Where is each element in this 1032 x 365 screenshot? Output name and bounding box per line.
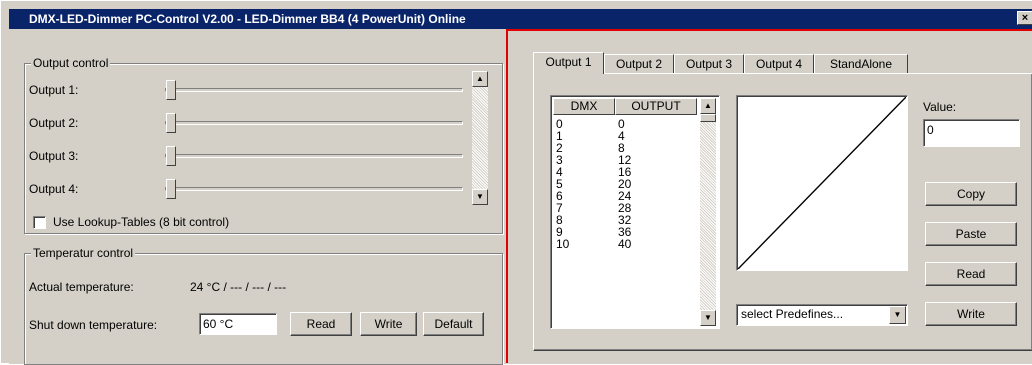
tab-output-4[interactable]: Output 4 xyxy=(744,54,814,74)
actual-temperature-value: 24 °C / --- / --- / --- xyxy=(190,280,287,294)
shutdown-temperature-input[interactable]: 60 °C xyxy=(199,313,277,335)
window-title: DMX-LED-Dimmer PC-Control V2.00 - LED-Di… xyxy=(29,12,466,26)
output-1-slider-track xyxy=(165,88,463,92)
lookup-table-list[interactable]: DMX OUTPUT 00 14 28 3 12 4 16 5 20 6 24 7 28 … xyxy=(550,95,720,329)
output-1-tab-panel: DMX OUTPUT 00 14 28 3 12 4 16 5 20 6 24 7 28 … xyxy=(533,73,1032,351)
temperature-read-button[interactable]: Read xyxy=(290,312,352,336)
output-2-label: Output 2: xyxy=(29,116,79,130)
output-2-slider-track xyxy=(165,121,463,125)
lookup-write-button[interactable]: Write xyxy=(925,302,1017,326)
tab-output-3[interactable]: Output 3 xyxy=(674,54,744,74)
output-4-slider-track xyxy=(165,187,463,191)
output-cell: 40 xyxy=(618,237,632,251)
lookup-tables-label: Use Lookup-Tables (8 bit control) xyxy=(53,215,230,229)
output-4-slider[interactable] xyxy=(166,179,176,199)
title-bar[interactable]: DMX-LED-Dimmer PC-Control V2.00 - LED-Di… xyxy=(9,9,1032,29)
column-header-output[interactable]: OUTPUT xyxy=(615,98,697,115)
dropdown-icon[interactable]: ▼ xyxy=(889,306,906,324)
table-row[interactable]: 14 xyxy=(551,130,701,142)
column-header-dmx[interactable]: DMX xyxy=(553,98,615,115)
temperature-default-button[interactable]: Default xyxy=(423,312,484,336)
output-1-label: Output 1: xyxy=(29,83,79,97)
output-control-title: Output control xyxy=(31,56,111,70)
scroll-track[interactable] xyxy=(700,122,716,310)
temperature-write-button[interactable]: Write xyxy=(360,312,417,336)
output-2-slider[interactable] xyxy=(166,113,176,133)
table-row[interactable]: 00 xyxy=(551,118,701,130)
dmx-cell: 10 xyxy=(556,237,570,251)
scroll-thumb[interactable] xyxy=(700,114,716,122)
predefines-selected: select Predefines... xyxy=(741,307,844,321)
lookup-table-scrollbar[interactable]: ▲ ▼ xyxy=(700,98,716,326)
lookup-tables-checkbox[interactable] xyxy=(33,216,46,229)
lookup-read-button[interactable]: Read xyxy=(925,262,1017,286)
value-input[interactable]: 0 xyxy=(923,119,1020,147)
scroll-down-icon[interactable]: ▼ xyxy=(700,310,716,326)
tab-output-2[interactable]: Output 2 xyxy=(604,54,674,74)
tab-output-1[interactable]: Output 1 xyxy=(533,52,604,74)
output-1-slider[interactable] xyxy=(166,80,176,100)
app-window: DMX-LED-Dimmer PC-Control V2.00 - LED-Di… xyxy=(0,0,1032,365)
lookup-curve xyxy=(738,97,906,269)
scroll-track[interactable] xyxy=(472,87,488,189)
output-3-slider[interactable] xyxy=(166,146,176,166)
output-scrollbar[interactable]: ▲ ▼ xyxy=(472,71,488,205)
temperature-control-title: Temperatur control xyxy=(31,246,136,260)
actual-temperature-label: Actual temperature: xyxy=(29,280,134,294)
paste-button[interactable]: Paste xyxy=(925,222,1017,246)
tab-standalone[interactable]: StandAlone xyxy=(814,54,908,74)
value-label: Value: xyxy=(923,100,957,114)
table-row[interactable]: 10 40 xyxy=(551,238,701,250)
shutdown-temperature-label: Shut down temperature: xyxy=(29,318,158,332)
temperature-control-group: Temperatur control xyxy=(24,246,503,365)
scroll-down-icon[interactable]: ▼ xyxy=(472,189,488,205)
client-area: Output control Output 1: Output 2: Outpu… xyxy=(9,29,1032,365)
close-button[interactable]: × xyxy=(1017,11,1032,25)
output-3-slider-track xyxy=(165,154,463,158)
output-3-label: Output 3: xyxy=(29,149,79,163)
predefines-select[interactable]: select Predefines... ▼ xyxy=(736,304,908,326)
scroll-up-icon[interactable]: ▲ xyxy=(700,98,716,114)
scroll-up-icon[interactable]: ▲ xyxy=(472,71,488,87)
lookup-curve-preview xyxy=(736,95,908,271)
output-4-label: Output 4: xyxy=(29,182,79,196)
copy-button[interactable]: Copy xyxy=(925,182,1017,206)
